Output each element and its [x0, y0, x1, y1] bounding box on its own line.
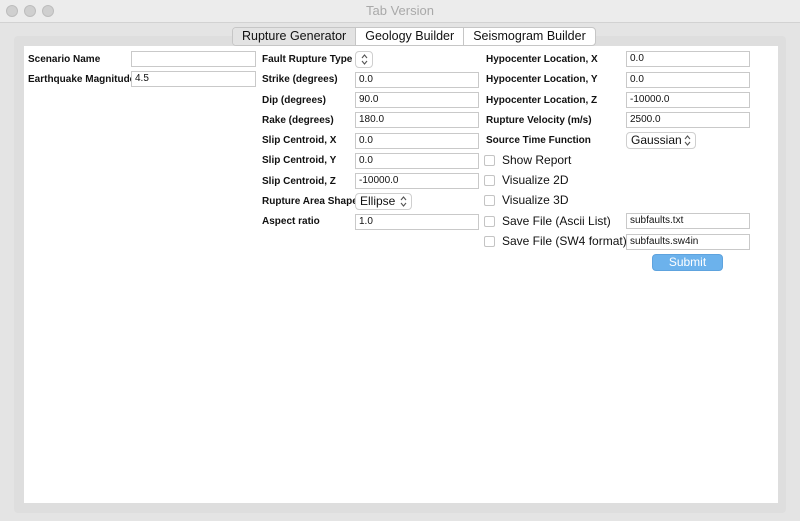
save-sw4-label: Save File (SW4 format) — [502, 234, 627, 248]
aspect-ratio-label: Aspect ratio — [262, 216, 320, 227]
show-report-label: Show Report — [502, 153, 572, 167]
title-bar: Tab Version — [0, 0, 800, 23]
chevron-updown-icon — [684, 135, 691, 146]
chevron-updown-icon — [400, 196, 407, 207]
save-ascii-filename-input[interactable]: subfaults.txt — [626, 213, 750, 229]
slip-z-input[interactable]: -10000.0 — [355, 173, 479, 189]
source-time-function-value: Gaussian — [631, 133, 682, 147]
dip-label: Dip (degrees) — [262, 95, 326, 106]
visualize-2d-checkbox[interactable] — [484, 175, 495, 186]
source-time-function-select[interactable]: Gaussian — [626, 132, 696, 149]
save-sw4-checkbox[interactable] — [484, 236, 495, 247]
dip-input[interactable]: 90.0 — [355, 92, 479, 108]
strike-input[interactable]: 0.0 — [355, 72, 479, 88]
save-sw4-filename-input[interactable]: subfaults.sw4in — [626, 234, 750, 250]
visualize-3d-checkbox[interactable] — [484, 195, 495, 206]
hypo-y-input[interactable]: 0.0 — [626, 72, 750, 88]
source-time-function-label: Source Time Function — [486, 135, 591, 146]
magnitude-label: Earthquake Magnitude — [28, 74, 136, 85]
rake-input[interactable]: 180.0 — [355, 112, 479, 128]
area-shape-value: Ellipse — [360, 194, 396, 208]
tab-seismogram-builder[interactable]: Seismogram Builder — [464, 28, 595, 45]
visualize-2d-label: Visualize 2D — [502, 173, 569, 187]
tab-rupture-generator[interactable]: Rupture Generator — [233, 28, 357, 45]
hypo-y-label: Hypocenter Location, Y — [486, 74, 598, 85]
tab-bar: Rupture Generator Geology Builder Seismo… — [232, 27, 596, 46]
hypo-z-label: Hypocenter Location, Z — [486, 95, 598, 106]
slip-z-label: Slip Centroid, Z — [262, 176, 336, 187]
hypo-x-label: Hypocenter Location, X — [486, 54, 598, 65]
submit-button[interactable]: Submit — [652, 254, 723, 271]
rupture-velocity-label: Rupture Velocity (m/s) — [486, 115, 592, 126]
slip-y-input[interactable]: 0.0 — [355, 153, 479, 169]
area-shape-label: Rupture Area Shape — [262, 196, 358, 207]
rupture-velocity-input[interactable]: 2500.0 — [626, 112, 750, 128]
show-report-checkbox[interactable] — [484, 155, 495, 166]
chevron-updown-icon — [361, 54, 368, 65]
area-shape-select[interactable]: Ellipse — [355, 193, 412, 210]
scenario-name-label: Scenario Name — [28, 54, 101, 65]
scenario-name-input[interactable] — [131, 51, 256, 67]
slip-x-label: Slip Centroid, X — [262, 135, 337, 146]
fault-type-label: Fault Rupture Type — [262, 54, 353, 65]
visualize-3d-label: Visualize 3D — [502, 193, 569, 207]
tab-geology-builder[interactable]: Geology Builder — [356, 28, 465, 45]
save-ascii-checkbox[interactable] — [484, 216, 495, 227]
window-title: Tab Version — [366, 3, 434, 18]
rake-label: Rake (degrees) — [262, 115, 334, 126]
slip-y-label: Slip Centroid, Y — [262, 155, 337, 166]
magnitude-input[interactable]: 4.5 — [131, 71, 256, 87]
save-ascii-label: Save File (Ascii List) — [502, 214, 611, 228]
hypo-x-input[interactable]: 0.0 — [626, 51, 750, 67]
aspect-ratio-input[interactable]: 1.0 — [355, 214, 479, 230]
fault-type-select[interactable] — [355, 51, 373, 68]
strike-label: Strike (degrees) — [262, 74, 338, 85]
slip-x-input[interactable]: 0.0 — [355, 133, 479, 149]
hypo-z-input[interactable]: -10000.0 — [626, 92, 750, 108]
